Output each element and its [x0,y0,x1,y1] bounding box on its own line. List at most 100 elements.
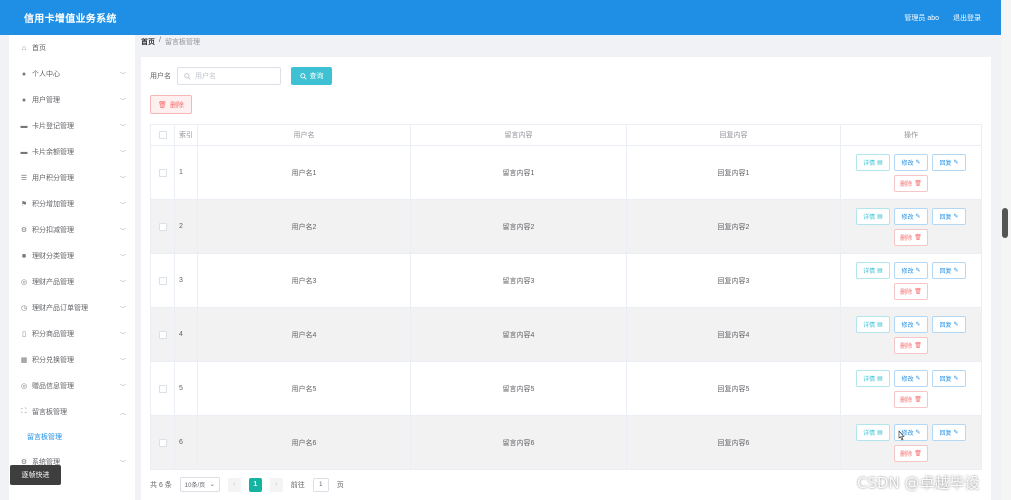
sidebar-item-label: 首页 [32,45,46,52]
goto-page-input[interactable]: 1 [312,477,329,492]
sidebar-item-label: 积分商品管理 [32,331,74,338]
reply-button[interactable]: 回复 ✎ [932,369,966,387]
chevron-down-icon: ﹀ [119,72,126,79]
pencil-icon: ✎ [953,429,959,436]
chevron-down-icon: ﹀ [119,98,126,105]
home-icon: ⌂ [21,44,27,52]
detail-button[interactable]: 详情 ▤ [856,153,890,171]
cell-username: 用户名3 [198,254,411,307]
select-all-checkbox[interactable] [158,131,167,139]
sidebar-item-2[interactable]: ● 用户管理 ﹀ [9,87,135,113]
edit-button[interactable]: 修改 ✎ [894,153,928,171]
sidebar-item-label: 卡片登记管理 [32,123,74,130]
reply-button[interactable]: 回复 ✎ [932,315,966,333]
cell-reply: 回复内容1 [627,146,841,199]
edit-button[interactable]: 修改 ✎ [894,207,928,225]
pencil-icon: ✎ [915,429,921,436]
cell-ops: 详情 ▤ 修改 ✎ 回复 ✎ 删除 🗑 [841,362,982,415]
sidebar-item-1[interactable]: ● 个人中心 ﹀ [9,61,135,87]
row-checkbox-cell [150,254,175,307]
sidebar-item-10[interactable]: ◷ 理财产品订单管理 ﹀ [9,295,135,321]
sidebar-item-14[interactable]: ⛶ 留言板管理 ︿ [9,399,135,425]
sidebar-item-4[interactable]: ▬ 卡片余额管理 ﹀ [9,139,135,165]
pencil-icon: ✎ [915,321,921,328]
sidebar-item-0[interactable]: ⌂ 首页 [9,35,135,61]
reply-label: 回复 [939,430,952,437]
sidebar-item-11[interactable]: ▯ 积分商品管理 ﹀ [9,321,135,347]
delete-button[interactable]: 删除 🗑 [894,174,928,192]
sidebar-item-7[interactable]: ⚙ 积分扣减管理 ﹀ [9,217,135,243]
breadcrumb: 首页 / 留言板管理 [141,37,200,47]
pencil-icon: ✎ [953,159,959,166]
cell-username: 用户名2 [198,200,411,253]
sidebar-item-5[interactable]: ☰ 用户积分管理 ﹀ [9,165,135,191]
page-size-select[interactable]: 10条/页 ⌄ [179,477,220,492]
row-checkbox[interactable] [158,222,167,231]
batch-delete-button[interactable]: 🗑 删除 [150,95,192,114]
reply-button[interactable]: 回复 ✎ [932,207,966,225]
trash-icon: 🗑 [914,234,922,241]
page-scrollbar[interactable] [1001,0,1011,500]
delete-label: 删除 [900,397,913,404]
reply-button[interactable]: 回复 ✎ [932,423,966,441]
detail-button[interactable]: 详情 ▤ [856,261,890,279]
pencil-icon: ✎ [915,213,921,220]
edit-button[interactable]: 修改 ✎ [894,315,928,333]
reply-label: 回复 [939,160,952,167]
reply-label: 回复 [939,214,952,221]
detail-label: 详情 [863,160,876,167]
quick-forward-button[interactable]: 逐帧快进 [10,465,61,485]
chevron-down-icon: ﹀ [119,228,126,235]
reply-button[interactable]: 回复 ✎ [932,153,966,171]
cell-index: 3 [175,254,198,307]
next-page-button[interactable]: › [269,477,283,492]
csdn-watermark: CSDN @卓越毕设 [857,474,980,492]
delete-button[interactable]: 删除 🗑 [894,228,928,246]
row-checkbox[interactable] [158,168,167,177]
pagination: 共 6 条 10条/页 ⌄ ‹ 1 › 前往 1 页 [150,477,344,492]
search-button[interactable]: 查询 [291,67,332,85]
prev-page-button[interactable]: ‹ [227,477,241,492]
edit-button[interactable]: 修改 ✎ [894,261,928,279]
header-message: 留言内容 [411,125,627,145]
sidebar-item-9[interactable]: ◎ 理财产品管理 ﹀ [9,269,135,295]
sidebar: ⌂ 首页 ● 个人中心 ﹀ ● 用户管理 ﹀ ▬ 卡片登记管理 ﹀ ▬ 卡片余额管理 ﹀ ☰ 用户积分管理 ﹀ ⚑… [9,35,135,500]
header-right: 管理员 abo 退出登录 [904,13,981,23]
edit-button[interactable]: 修改 ✎ [894,369,928,387]
sidebar-item-3[interactable]: ▬ 卡片登记管理 ﹀ [9,113,135,139]
cell-ops: 详情 ▤ 修改 ✎ 回复 ✎ 删除 🗑 [841,200,982,253]
logout-link[interactable]: 退出登录 [953,13,981,23]
row-checkbox[interactable] [158,384,167,393]
scrollbar-thumb[interactable] [1002,208,1008,238]
sidebar-item-6[interactable]: ⚑ 积分增加管理 ﹀ [9,191,135,217]
app-header: 信用卡增值业务系统 管理员 abo 退出登录 [0,0,1001,35]
username-search-input[interactable]: 用户名 [177,67,281,85]
breadcrumb-home[interactable]: 首页 [141,37,155,47]
gear-icon: ⚙ [20,227,28,234]
trash-icon: 🗑 [914,288,922,295]
sidebar-item-12[interactable]: ▦ 积分兑换管理 ﹀ [9,347,135,373]
sidebar-subitem-message-board[interactable]: 留言板管理 [9,425,135,449]
detail-button[interactable]: 详情 ▤ [856,369,890,387]
reply-label: 回复 [939,268,952,275]
edit-label: 修改 [901,376,914,383]
sidebar-item-8[interactable]: ■ 理财分类管理 ﹀ [9,243,135,269]
row-checkbox[interactable] [158,276,167,285]
row-checkbox[interactable] [158,438,167,447]
page-number-current[interactable]: 1 [248,477,262,492]
row-checkbox[interactable] [158,330,167,339]
delete-button[interactable]: 删除 🗑 [894,336,928,354]
sidebar-item-13[interactable]: ◎ 赠品信息管理 ﹀ [9,373,135,399]
current-user-label: 管理员 abo [904,14,939,22]
cell-reply: 回复内容3 [627,254,841,307]
chevron-down-icon: ﹀ [119,306,126,313]
detail-button[interactable]: 详情 ▤ [856,423,890,441]
sidebar-item-label: 理财产品管理 [32,279,74,286]
delete-button[interactable]: 删除 🗑 [894,282,928,300]
user-icon: ● [21,70,27,78]
detail-button[interactable]: 详情 ▤ [856,315,890,333]
delete-button[interactable]: 删除 🗑 [894,444,928,462]
delete-button[interactable]: 删除 🗑 [894,390,928,408]
detail-button[interactable]: 详情 ▤ [856,207,890,225]
reply-button[interactable]: 回复 ✎ [932,261,966,279]
